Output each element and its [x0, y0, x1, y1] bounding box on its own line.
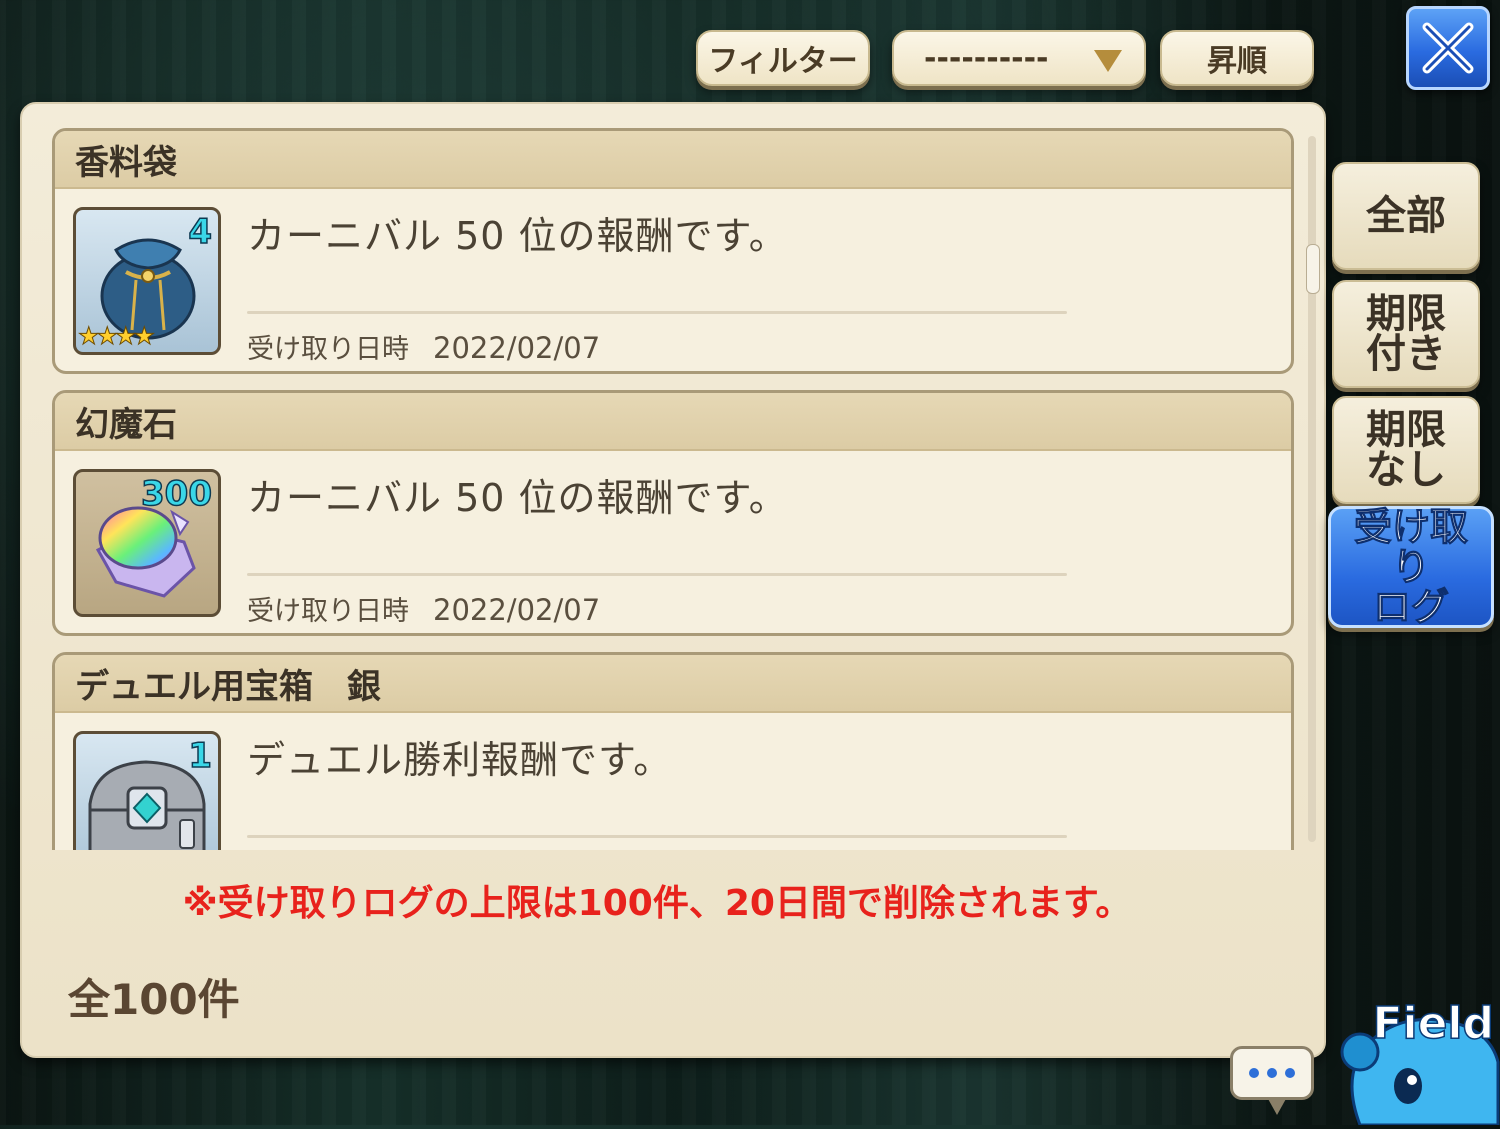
sort-select-value: ---------- — [924, 40, 1049, 76]
chat-dot — [1267, 1068, 1277, 1078]
tab-all-label: 全部 — [1366, 193, 1446, 239]
scrollbar-thumb[interactable] — [1306, 244, 1320, 294]
chevron-down-icon — [1094, 50, 1122, 72]
item-quantity: 300 — [140, 473, 212, 515]
list-item: 幻魔石 300 カーニバル 50 位の報酬です。 受け取り日時 2022/02/… — [52, 390, 1294, 636]
item-title: 香料袋 — [55, 131, 1291, 189]
received-label: 受け取り日時 — [247, 596, 409, 627]
speech-bubble-tail — [1267, 1097, 1287, 1115]
received-date: 2022/02/07 — [433, 593, 601, 627]
item-title: デュエル用宝箱 銀 — [55, 655, 1291, 713]
log-limit-notice: ※受け取りログの上限は100件、20日間で削除されます。 — [182, 883, 1132, 924]
rarity-stars: ★★★★ — [77, 322, 155, 351]
tab-limited-label: 期限 付き — [1366, 291, 1446, 377]
tab-all[interactable]: 全部 — [1332, 162, 1480, 270]
chat-dot — [1285, 1068, 1295, 1078]
list-item: デュエル用宝箱 銀 1 デュエル勝利報酬です。 — [52, 652, 1294, 850]
divider — [247, 573, 1067, 576]
tab-unlimited-label: 期限 なし — [1366, 407, 1446, 493]
received-label: 受け取り日時 — [247, 334, 409, 365]
gift-list[interactable]: 香料袋 4 ★★★★ カーニバル 50 位の報酬です。 受け取り日時 2022/0… — [50, 128, 1300, 850]
close-button[interactable] — [1406, 6, 1490, 90]
filter-button[interactable]: フィルター — [696, 30, 870, 86]
item-icon: 4 ★★★★ — [73, 207, 221, 355]
total-count: 全100件 — [68, 975, 240, 1024]
field-button[interactable]: Field — [1330, 982, 1500, 1127]
item-description: カーニバル 50 位の報酬です。 — [247, 476, 788, 520]
field-label: Field — [1372, 997, 1495, 1050]
order-button-label: 昇順 — [1207, 44, 1267, 79]
tab-limited[interactable]: 期限 付き — [1332, 280, 1480, 388]
item-icon: 1 — [73, 731, 221, 850]
close-icon — [1422, 22, 1474, 74]
chat-button[interactable] — [1230, 1046, 1314, 1115]
received-info: 受け取り日時 2022/02/07 — [247, 589, 600, 628]
item-quantity: 4 — [188, 211, 213, 253]
received-info: 受け取り日時 2022/02/07 — [247, 327, 600, 366]
order-button[interactable]: 昇順 — [1160, 30, 1314, 86]
received-date: 2022/02/07 — [433, 331, 601, 365]
item-description: デュエル勝利報酬です。 — [247, 738, 673, 782]
filter-button-label: フィルター — [708, 44, 858, 79]
list-item: 香料袋 4 ★★★★ カーニバル 50 位の報酬です。 受け取り日時 2022/0… — [52, 128, 1294, 374]
sort-select[interactable]: ---------- — [892, 30, 1146, 86]
divider — [247, 311, 1067, 314]
divider — [247, 835, 1067, 838]
gift-log-panel: 香料袋 4 ★★★★ カーニバル 50 位の報酬です。 受け取り日時 2022/0… — [20, 102, 1326, 1058]
tab-receive-log[interactable]: 受け取り ログ — [1328, 506, 1494, 628]
item-title: 幻魔石 — [55, 393, 1291, 451]
tab-unlimited[interactable]: 期限 なし — [1332, 396, 1480, 504]
chat-dot — [1249, 1068, 1259, 1078]
scrollbar[interactable] — [1306, 136, 1320, 842]
tab-receive-log-label: 受け取り ログ — [1353, 505, 1468, 629]
item-description: カーニバル 50 位の報酬です。 — [247, 214, 788, 258]
item-quantity: 1 — [188, 735, 213, 777]
item-icon: 300 — [73, 469, 221, 617]
